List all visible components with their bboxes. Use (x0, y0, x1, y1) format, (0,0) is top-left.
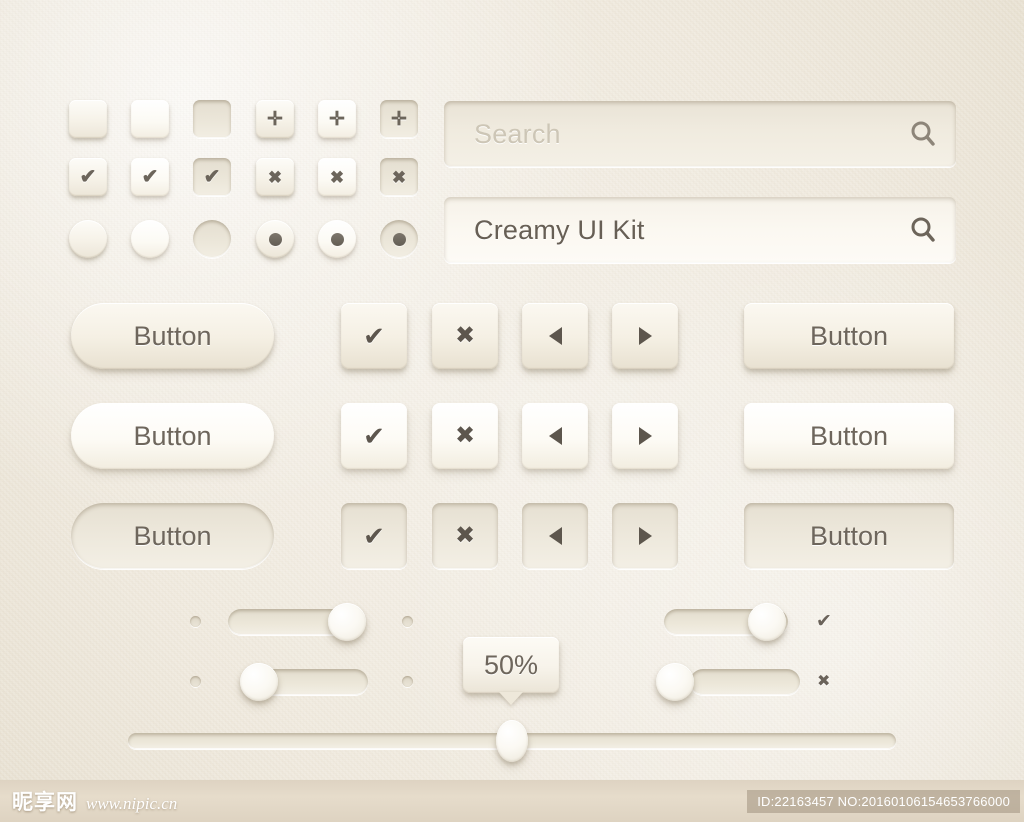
plus-button-normal[interactable]: ✛ (256, 100, 294, 138)
arrow-right-icon (638, 527, 652, 545)
search-field-empty[interactable]: Search (444, 101, 956, 167)
toggle-left-on-knob[interactable] (328, 603, 366, 641)
close-icon: ✖ (817, 673, 831, 690)
checkbox-checked-pressed[interactable]: ✔ (193, 158, 231, 196)
close-icon: ✖ (391, 167, 407, 187)
icon-button-next-pressed[interactable] (612, 503, 678, 569)
watermark-site-url: www.nipic.cn (86, 794, 178, 813)
search-icon[interactable] (908, 215, 938, 245)
check-icon: ✔ (79, 166, 97, 188)
toggle-left-off-pin-start (190, 676, 201, 687)
radio-dot-icon (330, 232, 344, 246)
plus-icon: ✛ (391, 108, 407, 130)
arrow-left-icon (548, 427, 562, 445)
icon-button-close-normal[interactable]: ✖ (432, 303, 498, 369)
checkbox-empty-hover[interactable] (131, 100, 169, 138)
radio-empty-hover[interactable] (131, 220, 169, 258)
search-input-value[interactable]: Creamy UI Kit (474, 215, 908, 246)
check-icon: ✔ (363, 321, 385, 351)
check-icon: ✔ (203, 166, 221, 188)
icon-button-next-normal[interactable] (612, 303, 678, 369)
icon-button-check-normal[interactable]: ✔ (341, 303, 407, 369)
radio-selected-pressed[interactable] (380, 220, 418, 258)
toggle-left-off-knob[interactable] (240, 663, 278, 701)
progress-slider-handle[interactable] (496, 720, 528, 762)
close-icon: ✖ (454, 522, 476, 549)
pill-button-label: Button (133, 520, 212, 551)
icon-button-close-hover[interactable]: ✖ (432, 403, 498, 469)
icon-button-prev-hover[interactable] (522, 403, 588, 469)
arrow-right-icon (638, 327, 652, 345)
watermark-branding: 昵享网 www.nipic.cn (12, 786, 177, 816)
plus-icon: ✛ (267, 108, 283, 130)
value-tooltip: 50% (463, 637, 559, 693)
check-icon: ✔ (816, 611, 832, 632)
icon-button-check-pressed[interactable]: ✔ (341, 503, 407, 569)
rect-button-label: Button (809, 320, 889, 351)
icon-button-close-pressed[interactable]: ✖ (432, 503, 498, 569)
toggle-left-pin-start (190, 616, 201, 627)
checkbox-checked-hover[interactable]: ✔ (131, 158, 169, 196)
radio-dot-icon (268, 232, 282, 246)
radio-selected-hover[interactable] (318, 220, 356, 258)
close-button-normal[interactable]: ✖ (256, 158, 294, 196)
radio-empty-normal[interactable] (69, 220, 107, 258)
tooltip-arrow-icon (499, 692, 523, 705)
toggle-right-off-knob[interactable] (656, 663, 694, 701)
plus-button-pressed[interactable]: ✛ (380, 100, 418, 138)
arrow-left-icon (548, 327, 562, 345)
close-icon: ✖ (454, 322, 476, 349)
search-input-placeholder[interactable]: Search (474, 119, 908, 150)
rect-button-normal[interactable]: Button (744, 303, 954, 369)
rect-button-label: Button (809, 520, 889, 551)
check-icon: ✔ (141, 166, 159, 188)
close-icon: ✖ (454, 422, 476, 449)
pill-button-normal[interactable]: Button (71, 303, 274, 369)
pill-button-label: Button (133, 420, 212, 451)
search-icon[interactable] (908, 119, 938, 149)
icon-button-next-hover[interactable] (612, 403, 678, 469)
close-button-pressed[interactable]: ✖ (380, 158, 418, 196)
rect-button-hover[interactable]: Button (744, 403, 954, 469)
close-icon: ✖ (267, 167, 283, 187)
checkbox-empty-pressed[interactable] (193, 100, 231, 138)
toggle-right-off-track[interactable] (690, 669, 800, 695)
pill-button-label: Button (133, 320, 212, 351)
close-icon: ✖ (329, 167, 345, 187)
plus-icon: ✛ (329, 108, 345, 130)
plus-button-hover[interactable]: ✛ (318, 100, 356, 138)
tooltip-value: 50% (483, 649, 539, 680)
radio-empty-pressed[interactable] (193, 220, 231, 258)
checkbox-empty-normal[interactable] (69, 100, 107, 138)
toggle-left-off-pin-end (402, 676, 413, 687)
toggle-left-pin-end (402, 616, 413, 627)
checkbox-checked-normal[interactable]: ✔ (69, 158, 107, 196)
check-icon: ✔ (363, 521, 385, 551)
radio-selected-normal[interactable] (256, 220, 294, 258)
check-icon: ✔ (363, 421, 385, 451)
icon-button-prev-pressed[interactable] (522, 503, 588, 569)
rect-button-label: Button (809, 420, 889, 451)
search-field-filled[interactable]: Creamy UI Kit (444, 197, 956, 263)
arrow-right-icon (638, 427, 652, 445)
toggle-right-on-knob[interactable] (748, 603, 786, 641)
close-button-hover[interactable]: ✖ (318, 158, 356, 196)
pill-button-hover[interactable]: Button (71, 403, 274, 469)
watermark-site-name: 昵享网 (12, 790, 78, 814)
rect-button-pressed[interactable]: Button (744, 503, 954, 569)
radio-dot-icon (392, 232, 406, 246)
watermark-bar: 昵享网 www.nipic.cn ID:22163457 NO:20160106… (0, 780, 1024, 822)
watermark-id-text: ID:22163457 NO:20160106154653766000 (747, 789, 1020, 813)
icon-button-prev-normal[interactable] (522, 303, 588, 369)
icon-button-check-hover[interactable]: ✔ (341, 403, 407, 469)
arrow-left-icon (548, 527, 562, 545)
pill-button-pressed[interactable]: Button (71, 503, 274, 569)
